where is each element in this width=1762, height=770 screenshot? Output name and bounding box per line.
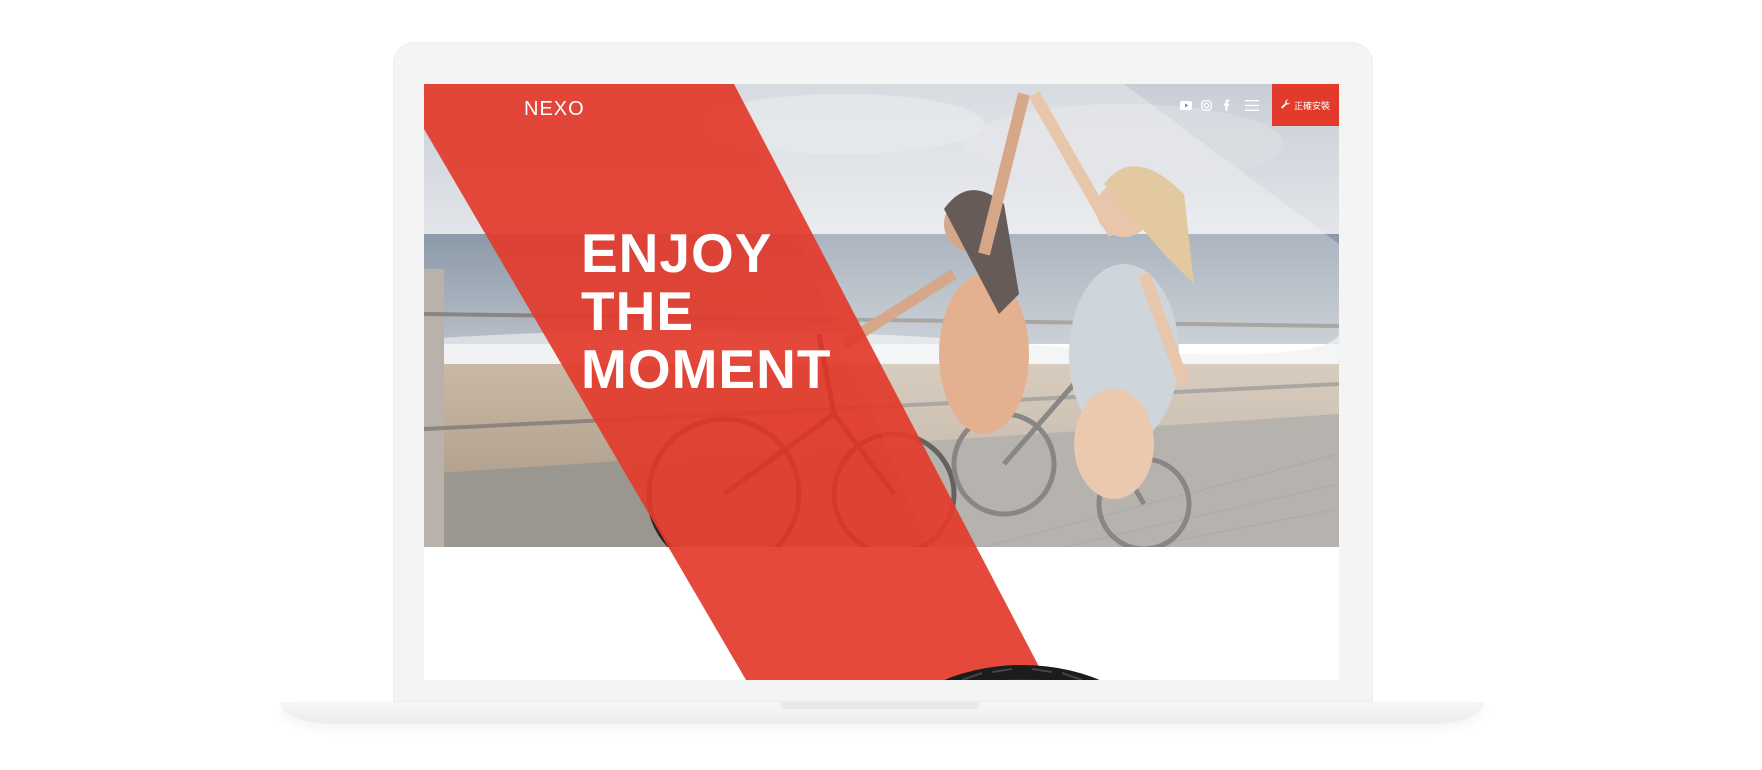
hero-photo-illustration	[424, 84, 1339, 547]
wrench-icon	[1281, 99, 1291, 112]
facebook-icon[interactable]	[1219, 98, 1233, 112]
menu-icon[interactable]	[1245, 98, 1259, 112]
install-guide-label: 正確安裝	[1293, 101, 1330, 112]
hero-image	[424, 84, 1339, 547]
page: NEXO 正確安裝 ENJOY THE MOMENT	[0, 0, 1762, 770]
hero-headline: ENJOY THE MOMENT	[581, 224, 831, 398]
install-guide-button[interactable]: 正確安裝	[1272, 84, 1339, 126]
headline-line-2: THE	[581, 280, 694, 342]
headline-line-3: MOMENT	[581, 338, 832, 400]
laptop-notch	[780, 702, 980, 709]
youtube-icon[interactable]	[1179, 98, 1193, 112]
website-screen: NEXO 正確安裝 ENJOY THE MOMENT	[424, 84, 1339, 680]
instagram-icon[interactable]	[1199, 98, 1213, 112]
headline-line-1: ENJOY	[581, 222, 773, 284]
nexo-logo[interactable]: NEXO	[524, 98, 585, 121]
tire-image	[944, 665, 1100, 680]
header-icon-bar	[1179, 98, 1259, 112]
